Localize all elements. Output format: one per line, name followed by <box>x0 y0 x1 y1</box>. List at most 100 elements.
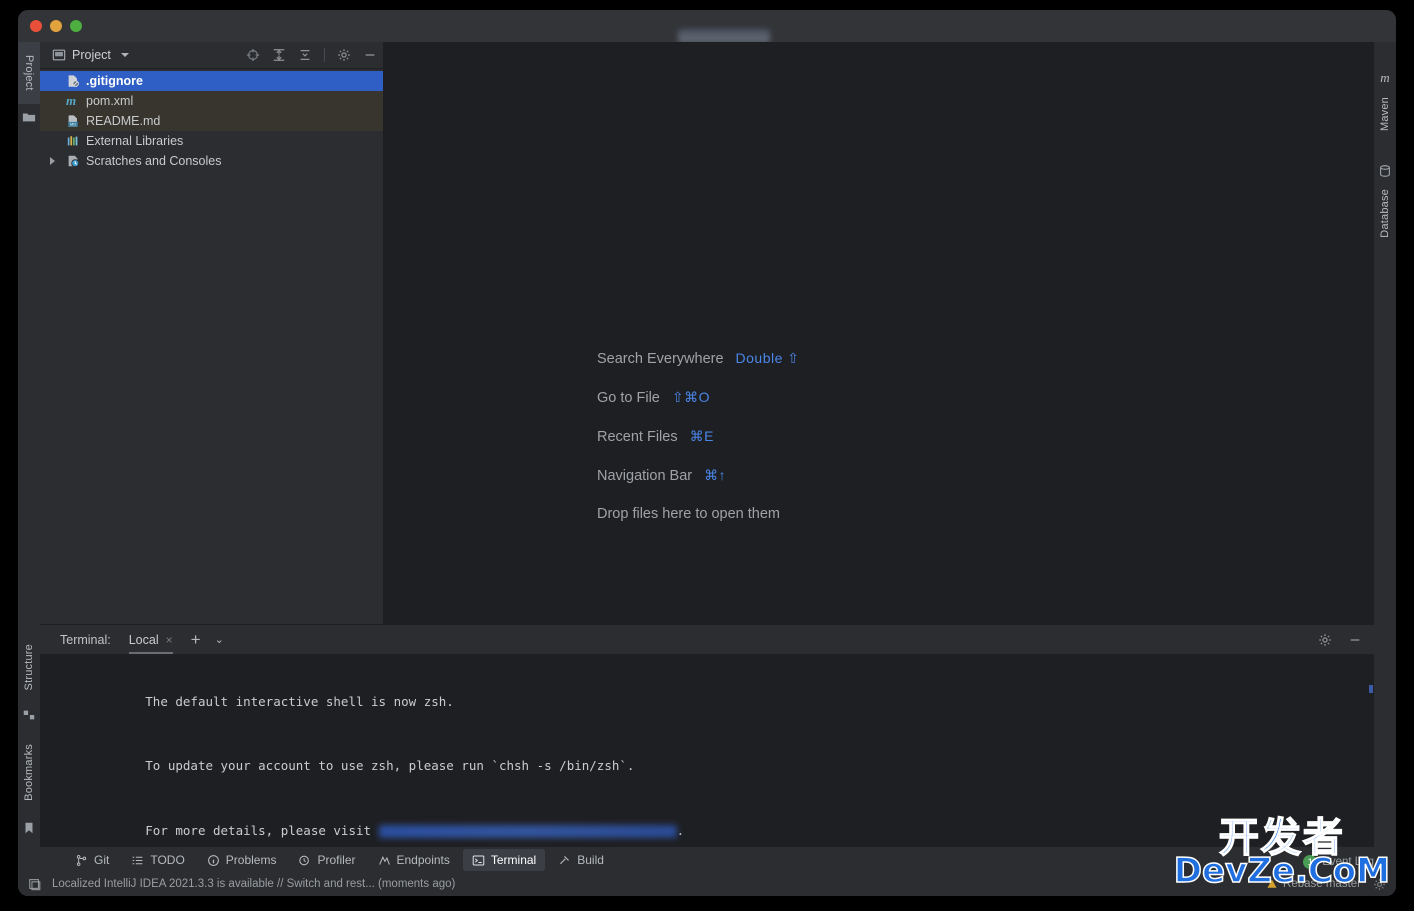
hint-drop-files: Drop files here to open them <box>597 506 800 522</box>
endpoints-icon <box>378 855 390 865</box>
minimize-window-button[interactable] <box>50 20 62 32</box>
status-bar-right: Rebase master <box>1266 872 1386 896</box>
bottom-tab-label: Build <box>577 853 604 867</box>
warning-triangle-icon <box>1267 879 1277 888</box>
terminal-label: Terminal: <box>60 632 111 647</box>
sidebar-item-label: Database <box>1379 188 1391 238</box>
structure-icon <box>18 704 40 726</box>
markdown-file-icon: MD <box>68 115 78 127</box>
tree-item-label: README.md <box>86 114 161 128</box>
chevron-down-icon[interactable]: ⌄ <box>215 633 224 646</box>
sidebar-item-database[interactable]: Database <box>1374 176 1396 250</box>
problems-info-icon <box>207 854 219 866</box>
tree-item-external-libraries[interactable]: External Libraries <box>40 131 383 151</box>
bookmark-icon <box>18 817 40 839</box>
hint-search-everywhere: Search Everywhere Double ⇧ <box>597 350 800 367</box>
bottom-tab-todo[interactable]: TODO <box>122 849 193 871</box>
event-log-label: Event Log <box>1322 856 1374 868</box>
sidebar-item-label: Bookmarks <box>23 743 35 801</box>
structure-icon-glyph <box>23 710 35 720</box>
settings-gear-icon[interactable] <box>1373 878 1386 891</box>
bottom-tab-build[interactable]: Build <box>549 849 613 871</box>
project-panel-title-group[interactable]: Project <box>52 48 129 62</box>
bottom-tab-terminal[interactable]: Terminal <box>462 849 546 871</box>
terminal-line-2: To update your account to use zsh, pleas… <box>70 734 1374 799</box>
tree-item-label: Scratches and Consoles <box>86 154 222 168</box>
event-log-button[interactable]: 1 Event Log <box>1303 855 1374 869</box>
status-message[interactable]: Localized IntelliJ IDEA 2021.3.3 is avai… <box>52 878 455 890</box>
terminal-line-1: The default interactive shell is now zsh… <box>70 669 1374 734</box>
hint-shortcut: Double ⇧ <box>735 350 800 366</box>
hide-panel-icon[interactable] <box>1348 633 1362 647</box>
hint-label: Recent Files <box>597 429 678 445</box>
expand-all-icon[interactable] <box>272 48 286 62</box>
terminal-tab-local[interactable]: Local × <box>128 625 173 654</box>
tree-item-readme-md[interactable]: MD README.md <box>40 111 383 131</box>
layout-window-icon[interactable] <box>28 877 42 891</box>
terminal-line-text: The default interactive shell is now zsh… <box>145 693 454 709</box>
hint-shortcut: ⇧⌘O <box>671 389 710 405</box>
redacted-url <box>378 824 677 838</box>
bottom-tab-problems[interactable]: Problems <box>198 849 286 871</box>
bottom-tab-label: Problems <box>225 853 277 867</box>
sidebar-item-label: Maven <box>1379 96 1391 132</box>
screen: Project Structure Bookmarks m Maven Data… <box>0 0 1414 911</box>
left-tool-strip: Project Structure Bookmarks <box>18 42 41 896</box>
git-branch-icon <box>76 854 87 866</box>
hint-label: Drop files here to open them <box>597 506 780 522</box>
hint-navigation-bar: Navigation Bar ⌘↑ <box>597 467 800 484</box>
project-panel-toolbar <box>246 42 377 68</box>
maximize-window-button[interactable] <box>70 20 82 32</box>
project-tree: .gitignore m pom.xml MD README.md Extern… <box>40 69 383 171</box>
toolbar-divider <box>324 48 325 62</box>
folder-icon <box>22 113 36 122</box>
external-libraries-icon <box>67 136 78 146</box>
bottom-tab-label: Profiler <box>317 853 356 867</box>
select-opened-file-icon[interactable] <box>246 48 260 62</box>
gitignore-file-icon <box>68 75 79 87</box>
sidebar-item-maven[interactable]: Maven <box>1374 86 1396 142</box>
settings-gear-icon[interactable] <box>337 48 351 62</box>
bottom-tab-label: TODO <box>150 853 185 867</box>
bottom-tab-profiler[interactable]: Profiler <box>289 849 364 871</box>
project-panel: Project .gitignore m pom.xml MD README.m… <box>40 42 384 624</box>
tree-item-label: .gitignore <box>86 74 143 88</box>
bottom-tab-label: Endpoints <box>396 853 450 867</box>
settings-gear-icon[interactable] <box>1318 633 1332 647</box>
collapse-all-icon[interactable] <box>298 48 312 62</box>
close-icon[interactable]: × <box>166 633 173 647</box>
tree-item-gitignore[interactable]: .gitignore <box>40 71 383 91</box>
terminal-toolbar <box>1318 625 1362 654</box>
bottom-tab-endpoints[interactable]: Endpoints <box>369 849 459 871</box>
maven-icon: m <box>1380 70 1390 85</box>
hint-shortcut: ⌘↑ <box>704 467 727 483</box>
chevron-down-icon[interactable] <box>120 53 129 57</box>
git-branch-status[interactable]: Rebase master <box>1266 878 1361 890</box>
hide-panel-icon[interactable] <box>363 48 377 62</box>
todo-list-icon <box>132 856 143 864</box>
tree-item-pom-xml[interactable]: m pom.xml <box>40 91 383 111</box>
terminal-line-suffix: . <box>676 822 685 838</box>
bookmark-icon-glyph <box>25 822 33 834</box>
page-title: Project <box>72 48 111 62</box>
project-icon[interactable] <box>18 106 40 128</box>
svg-text:MD: MD <box>70 122 76 127</box>
project-view-icon <box>52 49 66 61</box>
bottom-tab-label: Terminal <box>490 853 537 867</box>
hint-label: Navigation Bar <box>597 468 693 484</box>
scratches-icon <box>68 155 80 168</box>
traffic-lights <box>30 20 82 32</box>
new-terminal-tab-button[interactable]: + <box>191 631 201 648</box>
event-log-badge: 1 <box>1303 855 1318 869</box>
sidebar-item-label: Project <box>23 55 35 91</box>
hint-shortcut: ⌘E <box>689 428 714 444</box>
sidebar-item-structure[interactable]: Structure <box>18 632 40 702</box>
chevron-right-icon[interactable] <box>50 157 55 165</box>
sidebar-item-project[interactable]: Project <box>18 42 40 104</box>
close-window-button[interactable] <box>30 20 42 32</box>
window-title-redacted <box>678 29 770 43</box>
bottom-tab-git[interactable]: Git <box>66 849 118 871</box>
sidebar-item-bookmarks[interactable]: Bookmarks <box>18 732 40 812</box>
tree-item-scratches-and-consoles[interactable]: Scratches and Consoles <box>40 151 383 171</box>
hint-go-to-file: Go to File ⇧⌘O <box>597 389 800 406</box>
